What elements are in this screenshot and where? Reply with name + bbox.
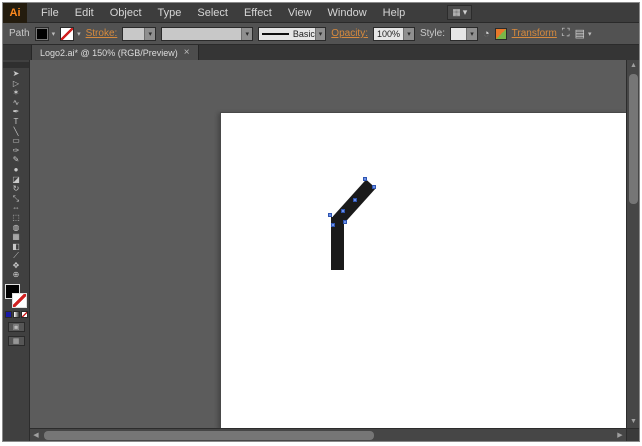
selection-type-label: Path [9,28,30,39]
gradient-tool[interactable]: ◧ [6,242,27,252]
screen-mode-icon[interactable]: ▦ [7,336,25,347]
type-tool[interactable]: T [6,117,27,127]
scale-tool[interactable]: ⤡ [6,194,27,204]
stroke-color-swatch[interactable] [60,26,75,41]
chevron-down-icon[interactable]: ▾ [588,30,592,38]
width-tool[interactable]: ⇔ [6,203,27,213]
chevron-down-icon: ▾ [144,27,156,40]
stroke-swatch[interactable] [12,293,27,309]
menu-effect[interactable]: Effect [236,3,280,22]
stroke-caret-icon[interactable]: ▾ [77,30,81,38]
style-label: Style: [419,28,445,39]
anchor-point[interactable] [372,185,376,189]
free-transform-icon[interactable]: ⛶ [562,27,570,40]
menu-file[interactable]: File [33,3,67,22]
tool-list: ➤ ▷ ✶ ∿ ✒ T ╲ ▭ ✑ ✎ ● ◪ ↻ ⤡ ⇔ ⬚ ◍ ▦ ◧ ⟋ ✥ ⊕ [6,69,27,280]
rectangle-tool[interactable]: ▭ [6,136,27,146]
direct-selection-tool[interactable]: ▷ [6,79,27,89]
hand-tool[interactable]: ✥ [6,261,27,271]
color-mode-icon[interactable] [4,311,12,319]
variable-width-profile-dropdown[interactable]: ▾ [161,26,254,41]
pencil-tool[interactable]: ✎ [6,155,27,165]
artboard[interactable] [221,113,626,428]
stroke-weight-dropdown[interactable]: ▾ [122,26,157,41]
chevron-down-icon: ▾ [241,27,253,40]
fill-stroke-widget [5,284,27,309]
none-mode-icon[interactable] [20,311,28,319]
menu-bar: Ai File Edit Object Type Select Effect View Win… [3,3,639,23]
anchor-point[interactable] [343,220,347,224]
free-transform-tool[interactable]: ⬚ [6,213,27,223]
zoom-tool[interactable]: ⊕ [6,270,27,280]
horizontal-scrollbar[interactable]: ◀ ▶ [30,428,626,441]
brush-definition-dropdown[interactable]: Basic ▾ [258,26,327,41]
menu-view[interactable]: View [280,3,320,22]
shape-builder-tool[interactable]: ◍ [6,223,27,233]
illustrator-window: Ai File Edit Object Type Select Effect View Win… [2,2,640,442]
vertical-scroll-thumb[interactable] [629,74,638,204]
fill-color-swatch[interactable] [34,26,49,41]
control-bar: Path ▾ ▾ Stroke: ▾ ▾ Basic ▾ Opacity: 10… [3,23,639,45]
opacity-value: 100% [376,28,401,39]
menu-window[interactable]: Window [320,3,375,22]
scroll-down-icon[interactable]: ▼ [627,416,639,428]
horizontal-scroll-thumb[interactable] [44,431,374,440]
app-logo-icon: Ai [3,3,27,23]
brush-stroke-preview [262,32,289,35]
workspace-switcher[interactable]: ▦ ▾ [447,5,473,20]
panel-options-icon[interactable]: ▤ [575,27,585,40]
menu-select[interactable]: Select [189,3,236,22]
document-tab[interactable]: Logo2.ai* @ 150% (RGB/Preview) × [31,45,199,60]
scroll-up-icon[interactable]: ▲ [627,60,639,72]
eyedropper-tool[interactable]: ⟋ [6,251,27,261]
selection-tool[interactable]: ➤ [6,69,27,79]
transform-link[interactable]: Transform [512,28,557,39]
document-tab-bar: Logo2.ai* @ 150% (RGB/Preview) × [3,45,639,60]
anchor-point[interactable] [341,209,345,213]
menu-object[interactable]: Object [102,3,150,22]
color-mode-row [4,311,28,319]
fill-caret-icon[interactable]: ▾ [52,30,56,38]
eraser-tool[interactable]: ◪ [6,175,27,185]
anchor-point[interactable] [353,198,357,202]
vertical-scrollbar[interactable]: ▲ ▼ [626,60,639,428]
chevron-down-icon: ▾ [466,27,477,40]
magic-wand-tool[interactable]: ✶ [6,88,27,98]
menu-items: File Edit Object Type Select Effect View Window… [33,3,413,22]
menu-edit[interactable]: Edit [67,3,102,22]
opacity-dropdown[interactable]: 100% ▾ [372,26,415,41]
paintbrush-tool[interactable]: ✑ [6,146,27,156]
document-tab-title: Logo2.ai* @ 150% (RGB/Preview) [40,47,178,58]
recolor-artwork-icon[interactable] [494,27,507,40]
shape-icon[interactable]: ◔ [483,28,490,40]
brush-name: Basic [292,28,315,39]
close-icon[interactable]: × [184,47,190,58]
lasso-tool[interactable]: ∿ [6,98,27,108]
menu-help[interactable]: Help [375,3,414,22]
anchor-point[interactable] [328,213,332,217]
blob-brush-tool[interactable]: ● [6,165,27,175]
draw-mode-icon[interactable]: ▣ [7,322,25,333]
opacity-link[interactable]: Opacity: [331,28,368,39]
chevron-down-icon: ▾ [402,27,414,40]
gradient-mode-icon[interactable] [12,311,20,319]
mesh-tool[interactable]: ▦ [6,232,27,242]
panel-grip[interactable] [3,62,29,68]
scrollbar-corner [626,428,639,441]
workspace-grid-icon: ▦ [452,7,461,17]
anchor-point[interactable] [363,177,367,181]
rotate-tool[interactable]: ↻ [6,184,27,194]
canvas-area[interactable] [30,60,626,428]
menu-type[interactable]: Type [150,3,190,22]
anchor-point[interactable] [331,223,335,227]
chevron-down-icon: ▾ [462,7,468,17]
line-segment-tool[interactable]: ╲ [6,127,27,137]
pen-tool[interactable]: ✒ [6,107,27,117]
chevron-down-icon: ▾ [314,27,326,40]
scroll-right-icon[interactable]: ▶ [614,429,626,441]
stroke-link[interactable]: Stroke: [86,28,118,39]
scroll-left-icon[interactable]: ◀ [30,429,42,441]
tools-panel: ➤ ▷ ✶ ∿ ✒ T ╲ ▭ ✑ ✎ ● ◪ ↻ ⤡ ⇔ ⬚ ◍ ▦ ◧ ⟋ ✥ ⊕ ▣ ▦ [3,60,30,441]
graphic-style-dropdown[interactable]: ▾ [450,26,478,41]
